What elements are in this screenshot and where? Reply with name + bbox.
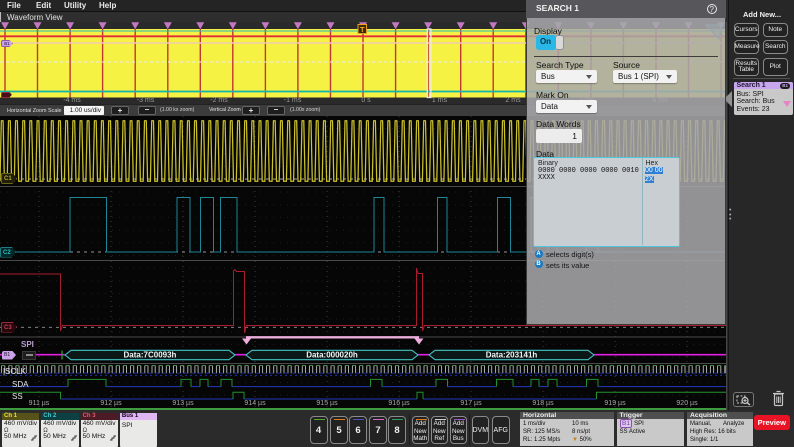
- svg-text:Data:203141h: Data:203141h: [486, 351, 538, 360]
- svg-text:Data:7C0093h: Data:7C0093h: [124, 351, 177, 360]
- svg-text:T: T: [360, 25, 365, 34]
- svg-text:Data:000020h: Data:000020h: [306, 351, 358, 360]
